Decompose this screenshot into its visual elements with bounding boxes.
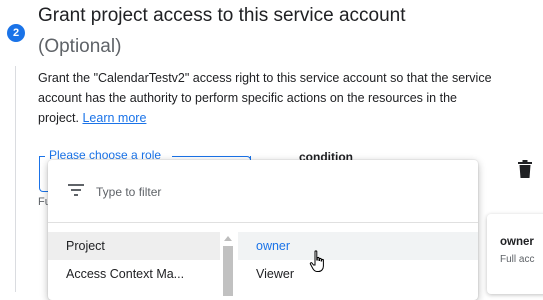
- category-item-access-context-manager[interactable]: Access Context Ma...: [48, 260, 220, 288]
- learn-more-link[interactable]: Learn more: [82, 111, 146, 125]
- description-line-3: project. Learn more: [38, 108, 543, 128]
- role-description-text: Full acc: [500, 254, 535, 265]
- description-line-2: account has the authority to perform spe…: [38, 91, 457, 105]
- category-list: Project Access Context Ma...: [48, 232, 220, 288]
- filter-input[interactable]: [94, 180, 398, 204]
- filter-row: [48, 160, 478, 223]
- delete-trash-icon[interactable]: [517, 160, 533, 178]
- role-field-border: [39, 156, 45, 157]
- role-list: owner Viewer: [238, 232, 478, 288]
- category-scrollbar-thumb[interactable]: [223, 246, 233, 296]
- role-item-owner[interactable]: owner: [238, 232, 478, 260]
- role-dropdown-menu: Project Access Context Ma... owner Viewe…: [48, 160, 478, 300]
- role-item-viewer[interactable]: Viewer: [238, 260, 478, 288]
- filter-icon: [68, 184, 84, 196]
- description-line-1: Grant the "CalendarTestv2" access right …: [38, 71, 492, 85]
- hand-pointer-cursor-icon: [309, 250, 324, 272]
- section-subtitle: (Optional): [38, 36, 122, 57]
- role-description-title: owner: [500, 236, 534, 248]
- section-title: Grant project access to this service acc…: [38, 5, 406, 26]
- description-line-3-text: project.: [38, 111, 79, 125]
- role-description-card: owner Full acc: [487, 214, 543, 294]
- step-number-badge: 2: [7, 24, 25, 42]
- category-item-project[interactable]: Project: [48, 232, 220, 260]
- section-description: Grant the "CalendarTestv2" access right …: [38, 68, 543, 128]
- scroll-up-arrow-icon[interactable]: [224, 236, 232, 241]
- step-connector-line: [15, 66, 16, 292]
